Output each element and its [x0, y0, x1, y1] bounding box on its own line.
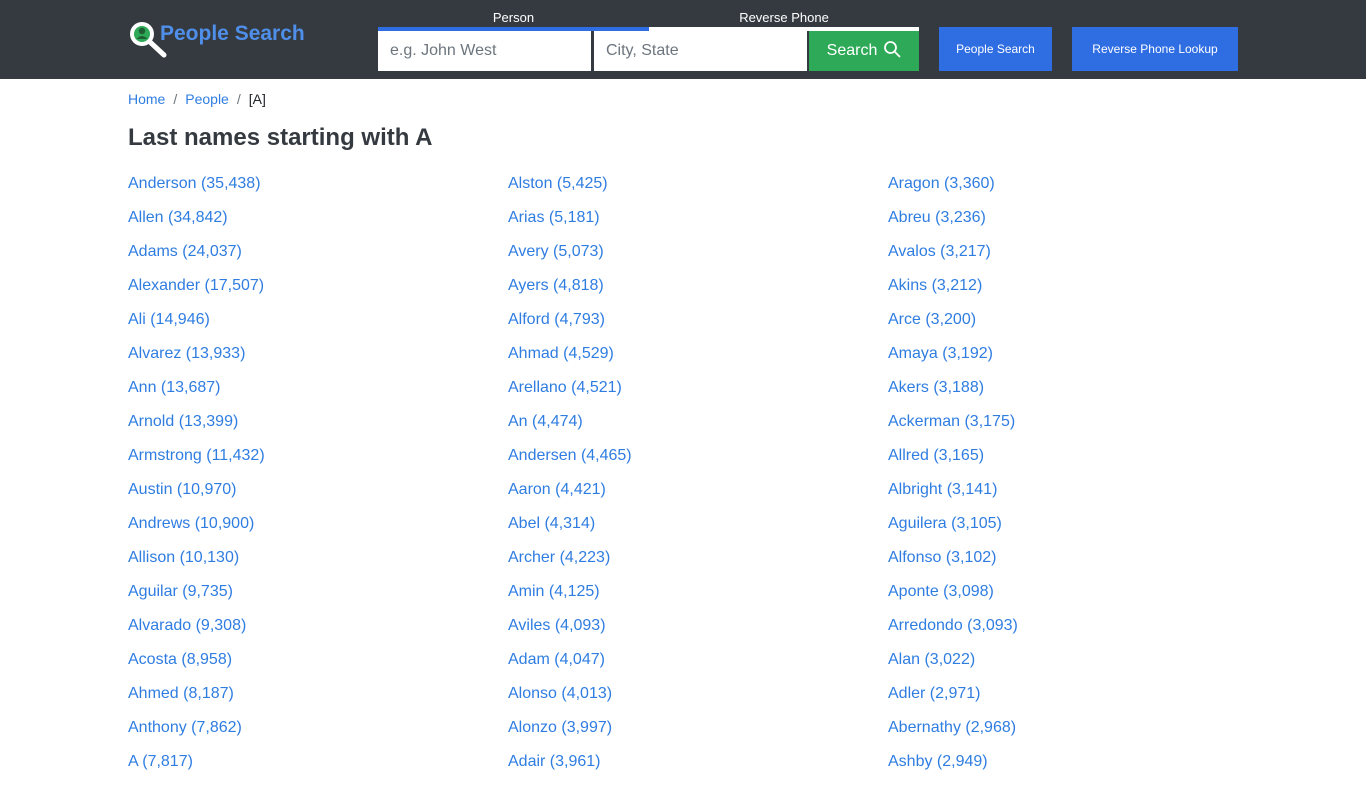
tab-reverse-phone[interactable]: Reverse Phone [649, 10, 919, 25]
last-name-link[interactable]: Adler (2,971) [888, 684, 1018, 718]
last-name-link[interactable]: Avalos (3,217) [888, 242, 1018, 276]
last-name-link[interactable]: Ayers (4,818) [508, 276, 632, 310]
breadcrumb: Home / People / [A] [128, 91, 266, 107]
names-column-2: Alston (5,425) Arias (5,181) Avery (5,07… [508, 174, 632, 786]
search-icon [883, 40, 901, 63]
last-name-link[interactable]: Adair (3,961) [508, 752, 632, 786]
last-name-link[interactable]: Ahmad (4,529) [508, 344, 632, 378]
search-button[interactable]: Search [809, 31, 919, 71]
last-name-link[interactable]: Alexander (17,507) [128, 276, 265, 310]
last-name-link[interactable]: Ann (13,687) [128, 378, 265, 412]
last-name-link[interactable]: Alston (5,425) [508, 174, 632, 208]
last-name-link[interactable]: Abreu (3,236) [888, 208, 1018, 242]
last-name-link[interactable]: Alonzo (3,997) [508, 718, 632, 752]
last-name-link[interactable]: Archer (4,223) [508, 548, 632, 582]
last-name-link[interactable]: Alvarado (9,308) [128, 616, 265, 650]
names-column-3: Aragon (3,360) Abreu (3,236) Avalos (3,2… [888, 174, 1018, 786]
last-name-link[interactable]: Anderson (35,438) [128, 174, 265, 208]
breadcrumb-separator: / [173, 91, 178, 107]
last-name-link[interactable]: Arias (5,181) [508, 208, 632, 242]
last-name-link[interactable]: Alvarez (13,933) [128, 344, 265, 378]
last-name-link[interactable]: Ali (14,946) [128, 310, 265, 344]
breadcrumb-home[interactable]: Home [128, 91, 165, 107]
last-name-link[interactable]: Alfonso (3,102) [888, 548, 1018, 582]
last-name-link[interactable]: Abernathy (2,968) [888, 718, 1018, 752]
last-name-link[interactable]: Arellano (4,521) [508, 378, 632, 412]
last-name-link[interactable]: Andrews (10,900) [128, 514, 265, 548]
last-name-link[interactable]: Allred (3,165) [888, 446, 1018, 480]
last-name-link[interactable]: Akins (3,212) [888, 276, 1018, 310]
last-name-link[interactable]: Albright (3,141) [888, 480, 1018, 514]
reverse-phone-lookup-button[interactable]: Reverse Phone Lookup [1072, 27, 1238, 71]
last-name-link[interactable]: Amaya (3,192) [888, 344, 1018, 378]
location-input[interactable] [594, 31, 807, 71]
names-column-1: Anderson (35,438) Allen (34,842) Adams (… [128, 174, 265, 786]
breadcrumb-separator: / [236, 91, 241, 107]
last-name-link[interactable]: Aponte (3,098) [888, 582, 1018, 616]
last-name-link[interactable]: A (7,817) [128, 752, 265, 786]
breadcrumb-current: [A] [248, 91, 266, 107]
last-name-link[interactable]: Arce (3,200) [888, 310, 1018, 344]
last-name-link[interactable]: Abel (4,314) [508, 514, 632, 548]
last-name-link[interactable]: Alan (3,022) [888, 650, 1018, 684]
last-name-link[interactable]: Adams (24,037) [128, 242, 265, 276]
last-name-link[interactable]: An (4,474) [508, 412, 632, 446]
last-name-link[interactable]: Aguilar (9,735) [128, 582, 265, 616]
last-name-link[interactable]: Aragon (3,360) [888, 174, 1018, 208]
top-navbar: People Search Person Reverse Phone Searc… [0, 0, 1366, 79]
last-name-link[interactable]: Allen (34,842) [128, 208, 265, 242]
page-title: Last names starting with A [128, 124, 433, 151]
last-name-link[interactable]: Ashby (2,949) [888, 752, 1018, 786]
last-name-link[interactable]: Armstrong (11,432) [128, 446, 265, 480]
logo-text: People Search [160, 22, 305, 45]
last-name-link[interactable]: Aaron (4,421) [508, 480, 632, 514]
last-name-link[interactable]: Aviles (4,093) [508, 616, 632, 650]
last-name-link[interactable]: Anthony (7,862) [128, 718, 265, 752]
last-name-link[interactable]: Aguilera (3,105) [888, 514, 1018, 548]
last-name-link[interactable]: Arredondo (3,093) [888, 616, 1018, 650]
last-name-link[interactable]: Akers (3,188) [888, 378, 1018, 412]
last-name-link[interactable]: Alford (4,793) [508, 310, 632, 344]
last-name-link[interactable]: Adam (4,047) [508, 650, 632, 684]
last-name-link[interactable]: Andersen (4,465) [508, 446, 632, 480]
last-name-link[interactable]: Arnold (13,399) [128, 412, 265, 446]
last-name-link[interactable]: Ahmed (8,187) [128, 684, 265, 718]
last-name-link[interactable]: Austin (10,970) [128, 480, 265, 514]
search-button-label: Search [826, 42, 878, 59]
last-name-link[interactable]: Allison (10,130) [128, 548, 265, 582]
tab-person[interactable]: Person [378, 10, 649, 25]
last-name-link[interactable]: Amin (4,125) [508, 582, 632, 616]
name-search-input[interactable] [378, 31, 591, 71]
site-logo[interactable]: People Search [128, 19, 305, 61]
people-search-button[interactable]: People Search [939, 27, 1052, 71]
last-name-link[interactable]: Acosta (8,958) [128, 650, 265, 684]
breadcrumb-people[interactable]: People [185, 91, 229, 107]
last-name-link[interactable]: Avery (5,073) [508, 242, 632, 276]
magnifier-person-icon [128, 20, 168, 60]
last-name-link[interactable]: Alonso (4,013) [508, 684, 632, 718]
last-name-link[interactable]: Ackerman (3,175) [888, 412, 1018, 446]
